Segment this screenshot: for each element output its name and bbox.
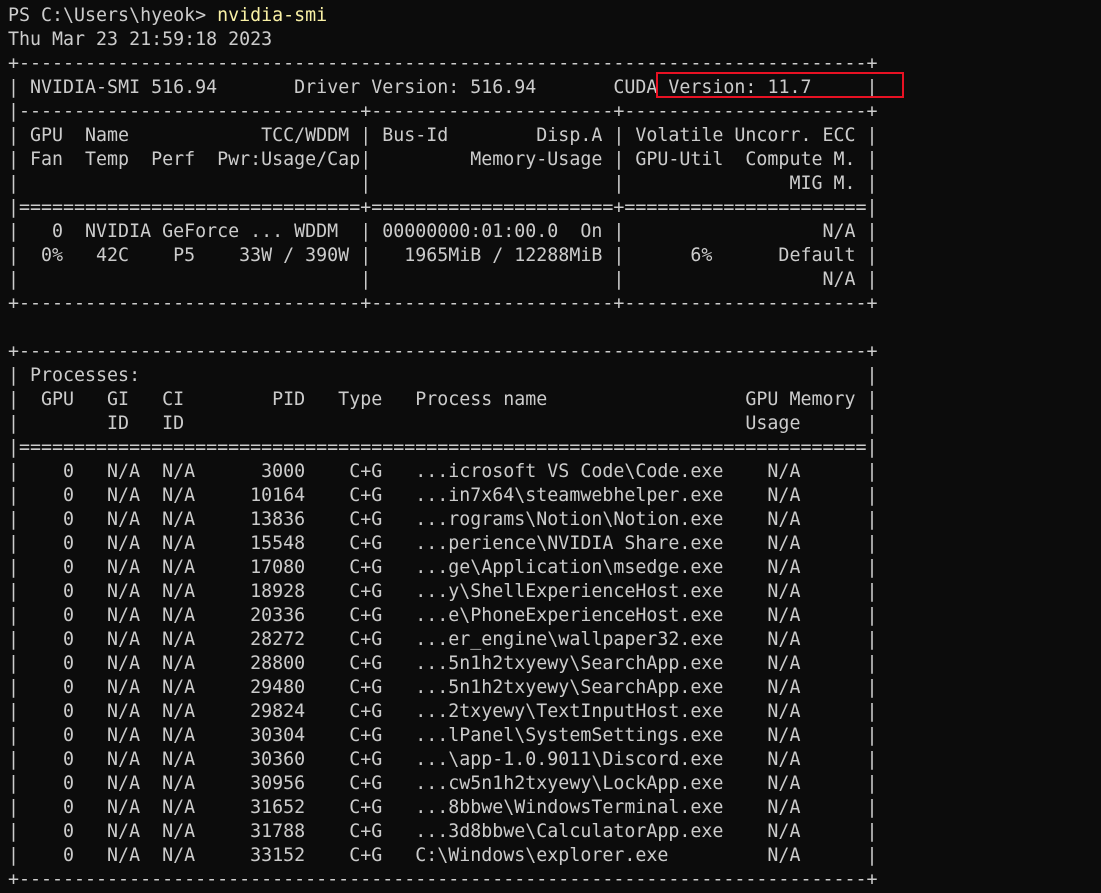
process-row: | 0 N/A N/A 3000 C+G ...icrosoft VS Code… (8, 461, 878, 482)
processes-title: | Processes: | (8, 365, 878, 386)
process-row: | 0 N/A N/A 30304 C+G ...lPanel\SystemSe… (8, 725, 878, 746)
gpu-row: | | | N/A | (8, 269, 878, 290)
process-row: | 0 N/A N/A 33152 C+G C:\Windows\explore… (8, 845, 878, 866)
prompt: PS C:\Users\hyeok> (8, 5, 218, 26)
cuda-version-highlight-box (656, 72, 904, 98)
processes-border-bottom: +---------------------------------------… (8, 869, 878, 890)
processes-header-row: | ID ID Usage | (8, 413, 878, 434)
gpu-header-row: | GPU Name TCC/WDDM | Bus-Id Disp.A | Vo… (8, 125, 878, 146)
process-row: | 0 N/A N/A 29480 C+G ...5n1h2txyewy\Sea… (8, 677, 878, 698)
gpu-header-row: | | | MIG M. | (8, 173, 878, 194)
smi-version: NVIDIA-SMI 516.94 (30, 77, 218, 98)
table-border-top: +---------------------------------------… (8, 53, 878, 74)
process-row: | 0 N/A N/A 29824 C+G ...2txyewy\TextInp… (8, 701, 878, 722)
process-row: | 0 N/A N/A 15548 C+G ...perience\NVIDIA… (8, 533, 878, 554)
version-line: | NVIDIA-SMI 516.94 Driver Version: 516.… (8, 77, 878, 98)
process-row: | 0 N/A N/A 18928 C+G ...y\ShellExperien… (8, 581, 878, 602)
gpu-header-row: | Fan Temp Perf Pwr:Usage/Cap| Memory-Us… (8, 149, 878, 170)
process-row: | 0 N/A N/A 28272 C+G ...er_engine\wallp… (8, 629, 878, 650)
process-row: | 0 N/A N/A 13836 C+G ...rograms\Notion\… (8, 509, 878, 530)
process-row: | 0 N/A N/A 31788 C+G ...3d8bbwe\Calcula… (8, 821, 878, 842)
driver-version: Driver Version: 516.94 (294, 77, 537, 98)
double-separator: |===============================+=======… (8, 197, 878, 218)
process-row: | 0 N/A N/A 31652 C+G ...8bbwe\WindowsTe… (8, 797, 878, 818)
process-row: | 0 N/A N/A 30360 C+G ...\app-1.0.9011\D… (8, 749, 878, 770)
gpu-row: | 0% 42C P5 33W / 390W | 1965MiB / 12288… (8, 245, 878, 266)
header-separator: |-------------------------------+-------… (8, 101, 878, 122)
processes-border-top: +---------------------------------------… (8, 341, 878, 362)
processes-header-row: | GPU GI CI PID Type Process name GPU Me… (8, 389, 878, 410)
gpu-table-bottom: +-------------------------------+-------… (8, 293, 878, 314)
timestamp: Thu Mar 23 21:59:18 2023 (8, 29, 273, 50)
process-row: | 0 N/A N/A 20336 C+G ...e\PhoneExperien… (8, 605, 878, 626)
process-row: | 0 N/A N/A 10164 C+G ...in7x64\steamweb… (8, 485, 878, 506)
processes-double-separator: |=======================================… (8, 437, 878, 458)
process-row: | 0 N/A N/A 30956 C+G ...cw5n1h2txyewy\L… (8, 773, 878, 794)
prompt-line: PS C:\Users\hyeok> nvidia-smi (8, 4, 1101, 28)
terminal-window[interactable]: PS C:\Users\hyeok> nvidia-smi Thu Mar 23… (0, 0, 1101, 892)
process-row: | 0 N/A N/A 28800 C+G ...5n1h2txyewy\Sea… (8, 653, 878, 674)
process-row: | 0 N/A N/A 17080 C+G ...ge\Application\… (8, 557, 878, 578)
gpu-row: | 0 NVIDIA GeForce ... WDDM | 00000000:0… (8, 221, 878, 242)
command-text: nvidia-smi (217, 5, 328, 26)
